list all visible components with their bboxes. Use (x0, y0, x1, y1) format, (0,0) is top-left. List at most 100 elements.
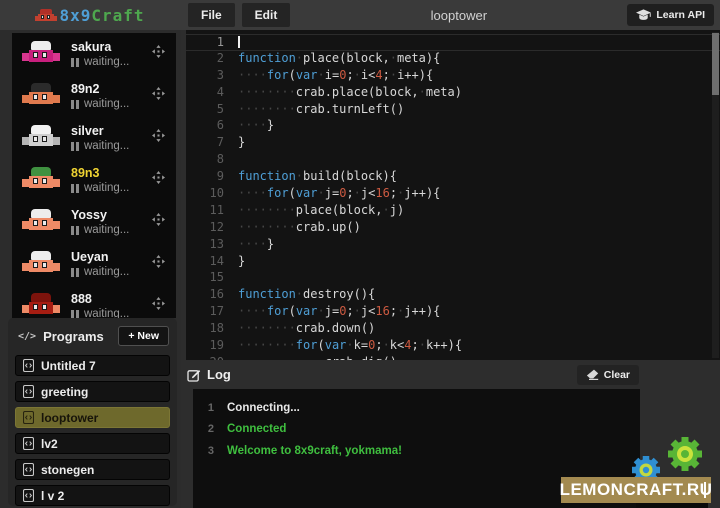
player-status-text: waiting... (84, 182, 129, 194)
pause-icon (71, 226, 79, 235)
log-entry-text: Connecting... (227, 402, 300, 414)
line-number: 1 (186, 35, 238, 50)
program-item[interactable]: greeting (15, 381, 170, 402)
code-line: 12········crab.up() (186, 220, 720, 237)
player-name: silver (71, 124, 152, 138)
code-text: ········crab.down() (238, 321, 375, 338)
main-content: sakurawaiting...89n2waiting...silverwait… (0, 30, 720, 508)
code-text: ········place(block,·j) (238, 203, 404, 220)
new-program-button[interactable]: + New (118, 326, 169, 346)
player-list: sakurawaiting...89n2waiting...silverwait… (12, 33, 176, 318)
code-text: ····} (238, 118, 274, 135)
line-number: 8 (186, 152, 238, 169)
program-item[interactable]: l v 2 (15, 485, 170, 506)
program-file-icon (23, 489, 34, 502)
code-line: 16function·destroy(){ (186, 287, 720, 304)
program-item[interactable]: stonegen (15, 459, 170, 480)
player-info: 89n2waiting... (71, 82, 152, 110)
player-row[interactable]: Yossywaiting... (12, 201, 176, 243)
line-number: 10 (186, 186, 238, 203)
crab-avatar-icon (22, 167, 60, 193)
move-icon (152, 297, 165, 310)
player-move-button[interactable] (152, 213, 167, 231)
code-line: 3····for(var·i=0;·i<4;·i++){ (186, 68, 720, 85)
line-number: 3 (186, 68, 238, 85)
text-cursor (238, 36, 240, 48)
watermark-text: LEMONCRAFT.RU (560, 480, 713, 500)
code-line: 17····for(var·j=0;·j<16;·j++){ (186, 304, 720, 321)
code-text: ········crab.place(block,·meta) (238, 85, 462, 102)
player-row[interactable]: Ueyanwaiting... (12, 243, 176, 285)
log-title: Log (207, 367, 231, 382)
log-line-number: 3 (193, 445, 227, 457)
program-file-icon (23, 463, 34, 476)
learn-api-button[interactable]: Learn API (627, 4, 714, 26)
player-row[interactable]: sakurawaiting... (12, 33, 176, 75)
log-header: Log Clear (186, 360, 640, 389)
player-info: 888waiting... (71, 292, 152, 318)
program-item-label: l v 2 (41, 489, 64, 503)
line-number: 7 (186, 135, 238, 152)
code-line: 8 (186, 152, 720, 169)
pause-icon (71, 310, 79, 319)
programs-title: Programs (43, 329, 118, 344)
code-line: 20············crab.dig() (186, 355, 720, 360)
line-number: 20 (186, 355, 238, 360)
player-move-button[interactable] (152, 297, 167, 315)
player-row[interactable]: 888waiting... (12, 285, 176, 318)
log-entry: 1Connecting... (193, 397, 640, 419)
player-move-button[interactable] (152, 171, 167, 189)
move-icon (152, 213, 165, 226)
crab-avatar-icon (22, 293, 60, 318)
player-move-button[interactable] (152, 87, 167, 105)
player-move-button[interactable] (152, 45, 167, 63)
code-line: 14} (186, 254, 720, 271)
log-entry-text: Connected (227, 423, 286, 435)
app-window: 8x9 Craft File Edit looptower Learn API … (0, 0, 720, 508)
move-icon (152, 45, 165, 58)
player-info: sakurawaiting... (71, 40, 152, 68)
line-number: 16 (186, 287, 238, 304)
edit-menu[interactable]: Edit (242, 3, 291, 27)
player-info: 89n3waiting... (71, 166, 152, 194)
player-status: waiting... (71, 266, 152, 278)
editor-scrollbar[interactable] (712, 32, 719, 358)
player-move-button[interactable] (152, 255, 167, 273)
player-status-text: waiting... (84, 140, 129, 152)
program-item-label: looptower (41, 411, 98, 425)
watermark-shadow (636, 503, 708, 508)
code-line: 10····for(var·j=0;·j<16;·j++){ (186, 186, 720, 203)
player-status: waiting... (71, 224, 152, 236)
log-line-number: 2 (193, 423, 227, 435)
code-text: ········for(var·k=0;·k<4;·k++){ (238, 338, 462, 355)
player-row[interactable]: 89n2waiting... (12, 75, 176, 117)
program-item[interactable]: lv2 (15, 433, 170, 454)
program-file-icon (23, 437, 34, 450)
program-item[interactable]: looptower (15, 407, 170, 428)
player-move-button[interactable] (152, 129, 167, 147)
player-status: waiting... (71, 182, 152, 194)
program-item[interactable]: Untitled 7 (15, 355, 170, 376)
player-row[interactable]: silver waiting... (12, 117, 176, 159)
code-lines: 12function·place(block,·meta){3····for(v… (186, 34, 720, 360)
scrollbar-thumb[interactable] (712, 33, 719, 95)
pause-icon (71, 142, 79, 151)
code-editor[interactable]: 12function·place(block,·meta){3····for(v… (186, 30, 720, 360)
line-number: 17 (186, 304, 238, 321)
move-icon (152, 171, 165, 184)
pause-icon (71, 184, 79, 193)
clear-log-button[interactable]: Clear (577, 365, 639, 385)
code-text: function·destroy(){ (238, 287, 375, 304)
log-entry: 2Connected (193, 419, 640, 441)
player-name: 888 (71, 292, 152, 306)
line-number: 13 (186, 237, 238, 254)
player-row[interactable]: 89n3waiting... (12, 159, 176, 201)
log-entry: 3Welcome to 8x9craft, yokmama! (193, 440, 640, 462)
pause-icon (71, 58, 79, 67)
crab-avatar-icon (22, 251, 60, 277)
pause-icon (71, 268, 79, 277)
player-name: sakura (71, 40, 152, 54)
sidebar: sakurawaiting...89n2waiting...silverwait… (0, 30, 181, 508)
code-text: function·place(block,·meta){ (238, 51, 440, 68)
file-menu[interactable]: File (188, 3, 235, 27)
